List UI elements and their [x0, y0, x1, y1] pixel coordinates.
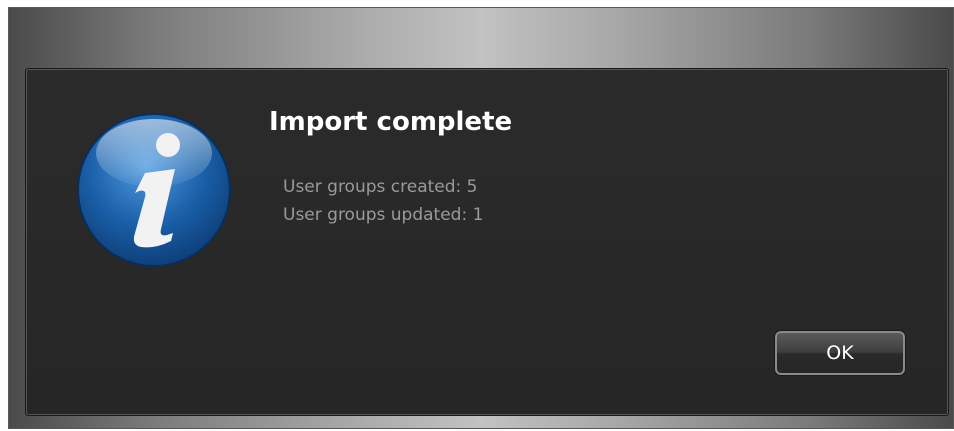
dialog-message: User groups created: 5 User groups updat… — [283, 173, 483, 229]
updated-count-text: User groups updated: 1 — [283, 205, 484, 225]
created-count-text: User groups created: 5 — [283, 177, 478, 197]
dialog-title: Import complete — [269, 107, 513, 137]
window-frame: Import complete User groups created: 5 U… — [8, 7, 954, 429]
info-icon — [77, 113, 231, 267]
ok-button[interactable]: OK — [775, 331, 905, 375]
message-dialog: Import complete User groups created: 5 U… — [25, 68, 949, 416]
